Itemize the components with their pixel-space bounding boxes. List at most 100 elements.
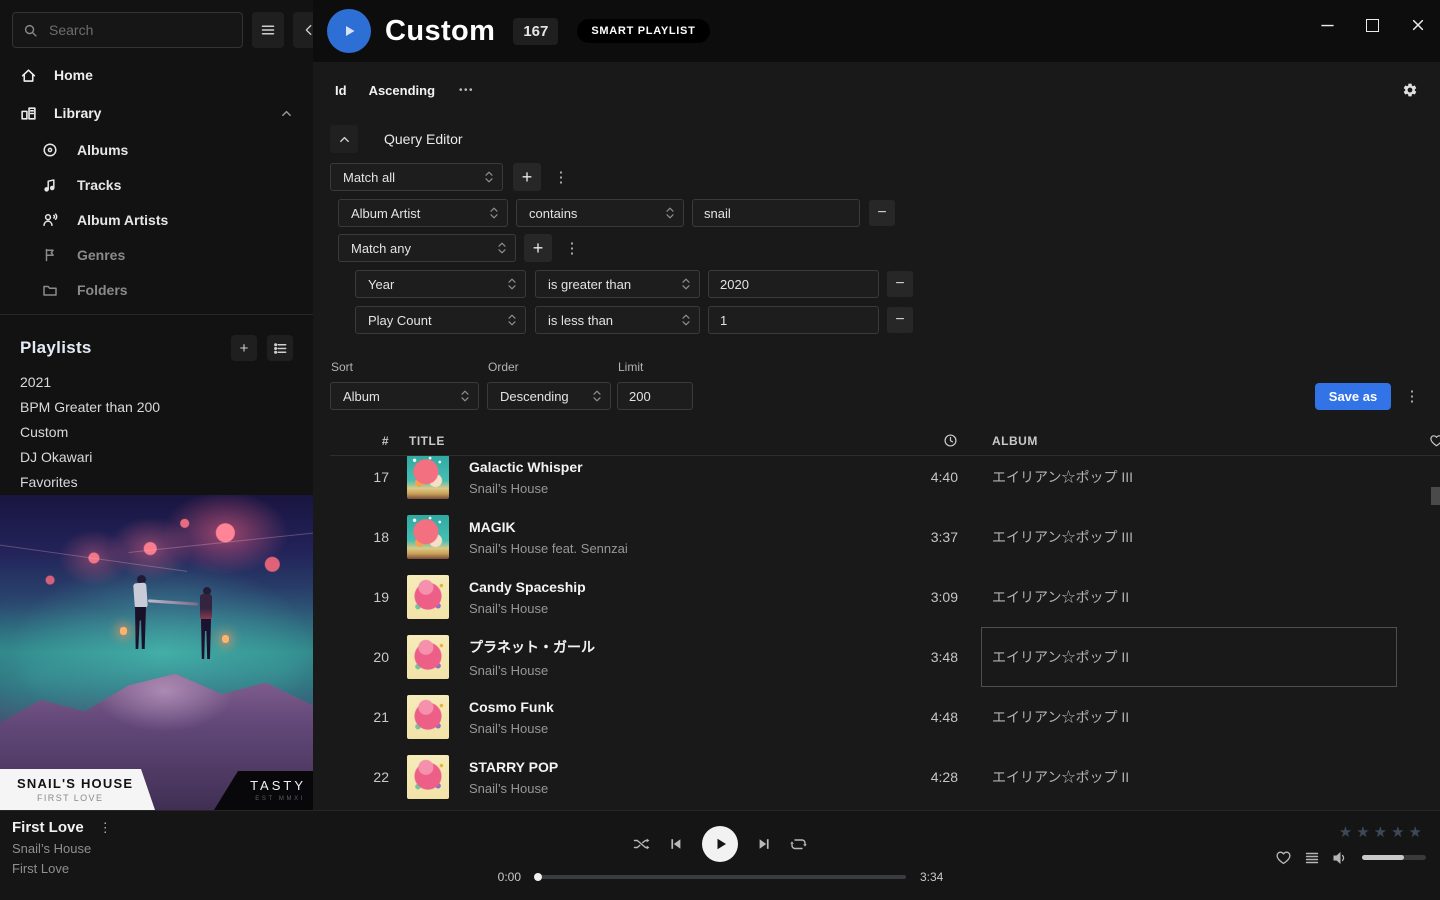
sort-direction-button[interactable]: Ascending	[369, 83, 435, 98]
match-type-select[interactable]: Match any	[338, 234, 516, 262]
query-rule-row: Album Artist contains −	[338, 199, 1440, 227]
lantern-string	[0, 543, 187, 572]
sidebar-item-genres[interactable]: Genres	[0, 237, 313, 272]
maximize-button[interactable]	[1350, 0, 1395, 50]
save-menu-icon[interactable]: ⋮	[1404, 389, 1420, 404]
volume-icon	[1332, 850, 1348, 866]
track-row[interactable]: 20 プラネット・ガール Snail’s House 3:48 エイリアン☆ポッ…	[330, 627, 1440, 687]
track-title: Cosmo Funk	[469, 699, 898, 715]
heart-icon	[1275, 849, 1292, 866]
remove-rule-button[interactable]: −	[887, 307, 913, 333]
save-as-button[interactable]: Save as	[1315, 383, 1391, 410]
sort-select[interactable]: Album	[330, 382, 479, 410]
group-menu-icon[interactable]: ⋮	[564, 241, 580, 256]
sidebar-item-library[interactable]: Library	[0, 94, 313, 132]
column-header-favorite[interactable]	[1416, 433, 1440, 448]
chevron-up-icon[interactable]	[280, 107, 293, 120]
match-type-select[interactable]: Match all	[330, 163, 503, 191]
playlist-item[interactable]: Favorites	[0, 469, 313, 494]
sidebar-item-albums[interactable]: Albums	[0, 132, 313, 167]
art-album-title: FIRST LOVE	[37, 793, 103, 803]
volume-button[interactable]	[1332, 850, 1348, 866]
settings-button[interactable]	[1402, 82, 1418, 98]
track-row[interactable]: 22 STARRY POP Snail’s House 4:28 エイリアン☆ポ…	[330, 747, 1440, 807]
sidebar-item-folders[interactable]: Folders	[0, 272, 313, 307]
queue-icon	[1304, 850, 1320, 866]
next-track-button[interactable]	[756, 836, 772, 852]
collapse-query-editor-button[interactable]	[330, 125, 358, 153]
column-header-title[interactable]: TITLE	[389, 434, 898, 448]
track-row[interactable]: 18 MAGIK Snail’s House feat. Sennzai 3:3…	[330, 507, 1440, 567]
column-header-number[interactable]: #	[330, 434, 389, 448]
minus-icon: −	[895, 312, 904, 328]
track-album: エイリアン☆ポップ II	[992, 647, 1416, 667]
playlist-item[interactable]: DJ Okawari	[0, 444, 313, 469]
volume-slider[interactable]	[1362, 855, 1426, 860]
order-select[interactable]: Descending	[487, 382, 611, 410]
track-row[interactable]: 19 Candy Spaceship Snail’s House 3:09 エイ…	[330, 567, 1440, 627]
rule-operator-select[interactable]: is less than	[535, 306, 700, 334]
play-icon	[713, 836, 729, 852]
minimize-button[interactable]	[1305, 0, 1350, 50]
match-type-value: Match any	[351, 241, 411, 256]
play-playlist-button[interactable]	[327, 9, 371, 53]
shuffle-button[interactable]	[633, 836, 650, 852]
playlist-item[interactable]: Custom	[0, 419, 313, 444]
limit-input[interactable]	[617, 382, 693, 410]
favorite-button[interactable]	[1275, 849, 1292, 866]
rule-operator-select[interactable]: contains	[516, 199, 684, 227]
track-row[interactable]: 21 Cosmo Funk Snail’s House 4:48 エイリアン☆ポ…	[330, 687, 1440, 747]
add-playlist-button[interactable]: +	[231, 335, 257, 361]
player-bar: First Love ⋮ Snail’s House First Love	[0, 810, 1440, 900]
heart-icon	[1429, 433, 1440, 448]
column-header-duration[interactable]	[898, 433, 958, 448]
volume-fill	[1362, 855, 1404, 860]
queue-button[interactable]	[1304, 850, 1320, 866]
now-playing-menu-icon[interactable]: ⋮	[99, 820, 112, 836]
playlist-item[interactable]: BPM Greater than 200	[0, 394, 313, 419]
folders-label: Folders	[77, 282, 128, 298]
sidebar-item-home[interactable]: Home	[0, 56, 313, 94]
sort-field-button[interactable]: Id	[335, 83, 347, 98]
play-pause-button[interactable]	[702, 826, 738, 862]
rule-value-input[interactable]	[692, 199, 860, 227]
progress-bar[interactable]	[535, 875, 906, 879]
rule-value-input[interactable]	[708, 270, 879, 298]
remove-rule-button[interactable]: −	[869, 200, 895, 226]
plus-icon: +	[240, 340, 249, 357]
now-playing-artist: Snail’s House	[12, 841, 112, 856]
track-row[interactable]: 17 Galactic Whisper Snail’s House 4:40 エ…	[330, 447, 1440, 507]
group-menu-icon[interactable]: ⋮	[553, 170, 569, 185]
sidebar-top-bar	[0, 0, 313, 48]
rule-field-select[interactable]: Album Artist	[338, 199, 508, 227]
minus-icon: −	[877, 205, 886, 221]
rule-value-input[interactable]	[708, 306, 879, 334]
rule-operator-select[interactable]: is greater than	[535, 270, 700, 298]
sidebar-item-album-artists[interactable]: Album Artists	[0, 202, 313, 237]
sort-caret-icon	[460, 389, 470, 403]
close-button[interactable]	[1395, 0, 1440, 50]
track-number: 22	[330, 769, 389, 785]
playlist-item[interactable]: 2021	[0, 369, 313, 394]
track-album: エイリアン☆ポップ II	[992, 707, 1416, 727]
search-input-box[interactable]	[12, 12, 243, 48]
remove-rule-button[interactable]: −	[887, 271, 913, 297]
track-album-art	[407, 635, 449, 679]
playlist-options-button[interactable]	[267, 335, 293, 361]
add-rule-button[interactable]: +	[513, 163, 541, 191]
art-caption-band: SNAIL'S HOUSE FIRST LOVE	[0, 769, 155, 810]
menu-button[interactable]	[252, 12, 284, 48]
rating-stars[interactable]: ★★★★★	[1339, 823, 1426, 841]
repeat-button[interactable]	[790, 836, 807, 852]
scrollbar-thumb[interactable]	[1431, 487, 1440, 505]
track-artist: Snail’s House	[469, 481, 898, 496]
sidebar-item-tracks[interactable]: Tracks	[0, 167, 313, 202]
rule-field-select[interactable]: Play Count	[355, 306, 526, 334]
more-options-icon[interactable]: •••	[459, 85, 474, 96]
add-rule-button[interactable]: +	[524, 234, 552, 262]
search-input[interactable]	[47, 21, 232, 39]
previous-track-button[interactable]	[668, 836, 684, 852]
column-header-album[interactable]: ALBUM	[992, 434, 1416, 448]
rule-field-select[interactable]: Year	[355, 270, 526, 298]
progress-handle[interactable]	[534, 873, 542, 881]
